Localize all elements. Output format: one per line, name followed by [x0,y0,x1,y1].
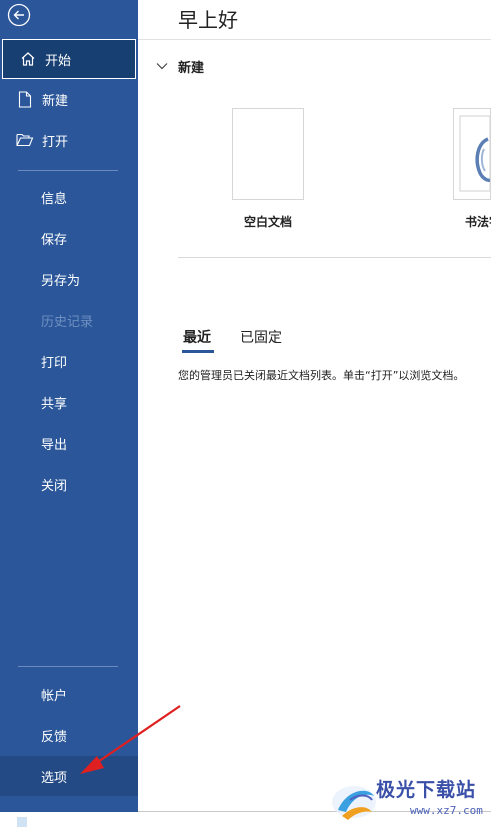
nav-close[interactable]: 关闭 [0,464,138,504]
recent-disabled-message: 您的管理员已关闭最近文档列表。单击“打开”以浏览文档。 [178,369,465,382]
nav-save-as[interactable]: 另存为 [0,259,138,299]
document-icon [16,90,34,108]
nav-new-label: 新建 [42,93,69,109]
nav-history: 历史记录 [0,300,138,340]
backstage-sidebar: 开始 新建 打开 信息 保存 另存为 历史记录 打印 共享 导出 关闭 帐户 反… [0,0,138,812]
template-thumbnail [453,108,491,200]
new-section-title: 新建 [178,60,205,76]
folder-open-icon [16,131,34,149]
sidebar-divider [18,170,118,171]
page-title: 早上好 [178,8,238,32]
home-icon [19,50,37,68]
new-section-toggle[interactable]: 新建 [155,56,204,76]
nav-save[interactable]: 保存 [0,218,138,258]
nav-open[interactable]: 打开 [0,120,138,160]
nav-info-label: 信息 [41,191,68,207]
nav-home-label: 开始 [45,53,72,69]
nav-account-label: 帐户 [41,688,68,704]
back-button[interactable] [7,3,31,27]
active-tab-indicator [182,350,214,353]
nav-share-label: 共享 [41,396,68,412]
nav-feedback-label: 反馈 [41,729,68,745]
nav-close-label: 关闭 [41,478,68,494]
watermark-brand: 极光下载站 [376,779,477,801]
nav-home[interactable]: 开始 [2,39,136,79]
nav-history-label: 历史记录 [41,314,94,330]
nav-save-as-label: 另存为 [41,273,81,289]
tab-recent[interactable]: 最近 [183,327,211,347]
header-divider [138,39,491,40]
nav-options-label: 选项 [41,770,68,786]
template-name: 书法字 [465,215,491,229]
nav-print[interactable]: 打印 [0,341,138,381]
chevron-down-icon [156,63,168,70]
template-name: 空白文档 [244,215,293,229]
nav-export-label: 导出 [41,437,68,453]
back-arrow-icon [7,3,31,27]
nav-export[interactable]: 导出 [0,423,138,463]
nav-feedback[interactable]: 反馈 [0,715,138,755]
template-thumbnail [232,108,304,200]
status-square [17,817,27,827]
calligraphy-preview-icon [459,115,490,192]
nav-info[interactable]: 信息 [0,177,138,217]
nav-new[interactable]: 新建 [0,79,138,119]
nav-options[interactable]: 选项 [0,756,138,796]
nav-account[interactable]: 帐户 [0,674,138,714]
nav-share[interactable]: 共享 [0,382,138,422]
tab-pinned[interactable]: 已固定 [240,327,282,347]
nav-open-label: 打开 [42,134,69,150]
nav-save-label: 保存 [41,232,68,248]
sidebar-divider [18,666,118,667]
watermark-url: www.xz7.com [410,804,483,817]
nav-print-label: 打印 [41,355,68,371]
templates-divider [178,257,491,258]
